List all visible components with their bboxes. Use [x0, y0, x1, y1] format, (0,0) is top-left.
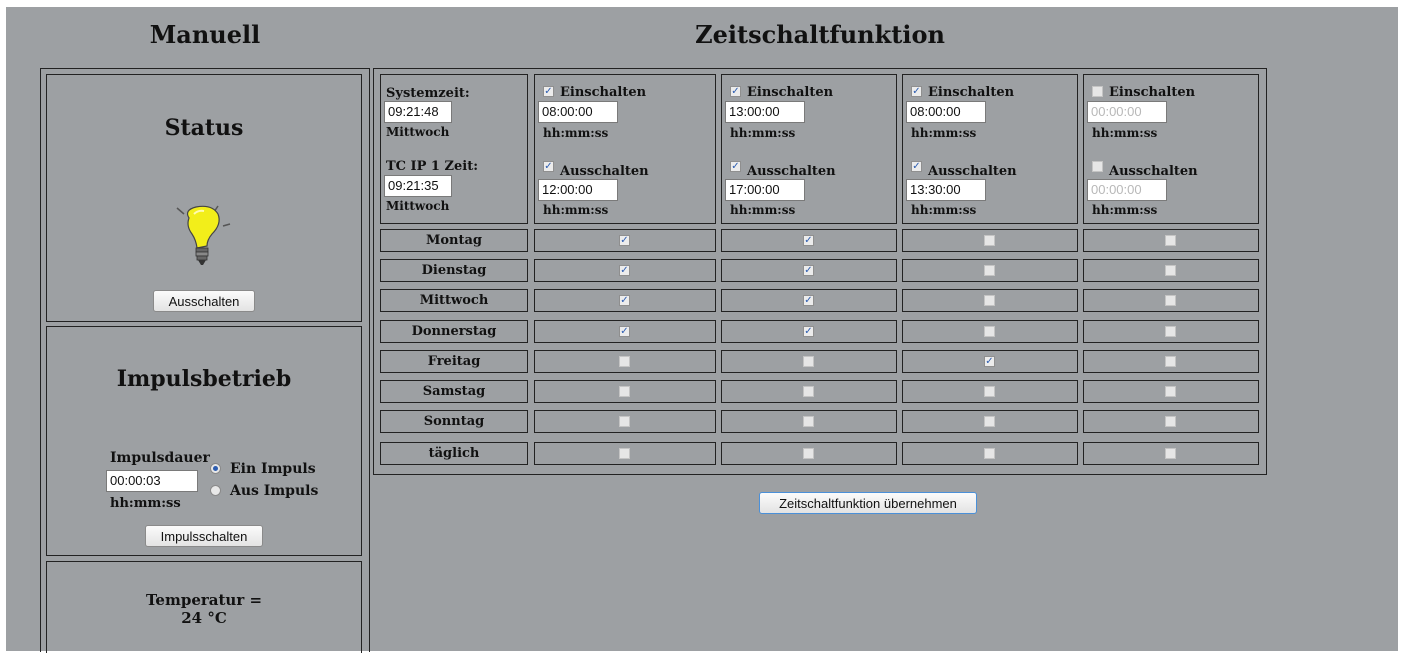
- day-4-timer-1-checkbox[interactable]: ✓: [619, 326, 630, 337]
- timer-1-off-label: Ausschalten: [560, 164, 649, 179]
- timer-4-on-checkbox[interactable]: [1092, 86, 1103, 97]
- manual-title: Manuell: [149, 20, 261, 49]
- timer-1-on-format: hh:mm:ss: [543, 126, 609, 140]
- day-7-timer-2-checkbox[interactable]: [803, 416, 814, 427]
- impuls-duration-label: Impulsdauer: [110, 450, 210, 466]
- day-3-timer-1-checkbox[interactable]: ✓: [619, 295, 630, 306]
- timer-3-off-format: hh:mm:ss: [911, 203, 977, 217]
- system-time-day: Mittwoch: [386, 125, 450, 139]
- timer-1-on-checkbox[interactable]: ✓: [543, 86, 554, 97]
- day-3-timer-2-checkbox[interactable]: ✓: [803, 295, 814, 306]
- lightbulb-icon: [174, 198, 236, 270]
- day-4-timer-3-checkbox[interactable]: [984, 326, 995, 337]
- timer-4-on-time-input[interactable]: 00:00:00: [1087, 101, 1167, 123]
- impuls-panel: [46, 326, 362, 556]
- radio-ein-impuls-label: Ein Impuls: [230, 461, 316, 477]
- day-3-timer-4-checkbox[interactable]: [1165, 295, 1176, 306]
- day-row-label: Sonntag: [380, 410, 528, 433]
- day-row-label: Freitag: [380, 350, 528, 373]
- day-7-timer-4-checkbox[interactable]: [1165, 416, 1176, 427]
- day-6-timer-3-checkbox[interactable]: [984, 386, 995, 397]
- day-3-timer-3-checkbox[interactable]: [984, 295, 995, 306]
- timer-title: Zeitschaltfunktion: [695, 20, 945, 49]
- day-1-timer-1-checkbox[interactable]: ✓: [619, 235, 630, 246]
- timer-1-off-time-input[interactable]: 12:00:00: [538, 179, 618, 201]
- timer-4-off-time-input[interactable]: 00:00:00: [1087, 179, 1167, 201]
- timer-2-on-time-input[interactable]: 13:00:00: [725, 101, 805, 123]
- system-time-input[interactable]: 09:21:48: [384, 101, 452, 123]
- timer-2-on-label: Einschalten: [747, 85, 834, 100]
- day-5-timer-2-checkbox[interactable]: [803, 356, 814, 367]
- day-row-label: Samstag: [380, 380, 528, 403]
- day-6-timer-4-checkbox[interactable]: [1165, 386, 1176, 397]
- timer-3-on-format: hh:mm:ss: [911, 126, 977, 140]
- timer-3-off-time-input[interactable]: 13:30:00: [906, 179, 986, 201]
- timer-2-off-checkbox[interactable]: ✓: [730, 161, 741, 172]
- day-row-label: täglich: [380, 442, 528, 465]
- impuls-format-label: hh:mm:ss: [110, 496, 181, 511]
- day-row-label: Dienstag: [380, 259, 528, 282]
- timer-3-on-label: Einschalten: [928, 85, 1015, 100]
- timer-2-on-checkbox[interactable]: ✓: [730, 86, 741, 97]
- timer-1-off-format: hh:mm:ss: [543, 203, 609, 217]
- timer-2-off-label: Ausschalten: [747, 164, 836, 179]
- timer-2-off-format: hh:mm:ss: [730, 203, 796, 217]
- day-2-timer-2-checkbox[interactable]: ✓: [803, 265, 814, 276]
- day-8-timer-3-checkbox[interactable]: [984, 448, 995, 459]
- day-5-timer-4-checkbox[interactable]: [1165, 356, 1176, 367]
- radio-aus-impuls-label: Aus Impuls: [230, 483, 319, 499]
- timer-2-on-format: hh:mm:ss: [730, 126, 796, 140]
- timer-3-off-checkbox[interactable]: ✓: [911, 161, 922, 172]
- day-row-label: Donnerstag: [380, 320, 528, 343]
- day-8-timer-2-checkbox[interactable]: [803, 448, 814, 459]
- temperature-label: Temperatur =: [145, 591, 263, 609]
- day-5-timer-3-checkbox[interactable]: ✓: [984, 356, 995, 367]
- day-1-timer-2-checkbox[interactable]: ✓: [803, 235, 814, 246]
- day-6-timer-1-checkbox[interactable]: [619, 386, 630, 397]
- system-time-label: Systemzeit:: [386, 86, 470, 101]
- impuls-duration-input[interactable]: 00:00:03: [106, 470, 198, 492]
- timer-3-off-label: Ausschalten: [928, 164, 1017, 179]
- timer-4-off-format: hh:mm:ss: [1092, 203, 1158, 217]
- radio-aus-impuls[interactable]: [210, 485, 221, 496]
- timer-4-off-checkbox[interactable]: [1092, 161, 1103, 172]
- impuls-title: Impulsbetrieb: [116, 366, 292, 392]
- day-2-timer-1-checkbox[interactable]: ✓: [619, 265, 630, 276]
- day-8-timer-1-checkbox[interactable]: [619, 448, 630, 459]
- tc-time-input[interactable]: 09:21:35: [384, 175, 452, 197]
- day-row-label: Mittwoch: [380, 289, 528, 312]
- temperature-value: 24 °C: [181, 609, 227, 627]
- day-1-timer-3-checkbox[interactable]: [984, 235, 995, 246]
- day-6-timer-2-checkbox[interactable]: [803, 386, 814, 397]
- tc-time-day: Mittwoch: [386, 199, 450, 213]
- day-2-timer-4-checkbox[interactable]: [1165, 265, 1176, 276]
- apply-timer-button[interactable]: Zeitschaltfunktion übernehmen: [759, 492, 977, 514]
- radio-ein-impuls[interactable]: [210, 463, 221, 474]
- timer-1-on-label: Einschalten: [560, 85, 647, 100]
- day-5-timer-1-checkbox[interactable]: [619, 356, 630, 367]
- timer-2-off-time-input[interactable]: 17:00:00: [725, 179, 805, 201]
- day-4-timer-2-checkbox[interactable]: ✓: [803, 326, 814, 337]
- timer-3-on-time-input[interactable]: 08:00:00: [906, 101, 986, 123]
- day-7-timer-3-checkbox[interactable]: [984, 416, 995, 427]
- status-title: Status: [164, 115, 244, 141]
- day-1-timer-4-checkbox[interactable]: [1165, 235, 1176, 246]
- day-2-timer-3-checkbox[interactable]: [984, 265, 995, 276]
- timer-3-on-checkbox[interactable]: ✓: [911, 86, 922, 97]
- day-8-timer-4-checkbox[interactable]: [1165, 448, 1176, 459]
- timer-1-on-time-input[interactable]: 08:00:00: [538, 101, 618, 123]
- timer-4-off-label: Ausschalten: [1109, 164, 1198, 179]
- impuls-switch-button[interactable]: Impulsschalten: [145, 525, 263, 547]
- tc-time-label: TC IP 1 Zeit:: [386, 159, 479, 174]
- timer-4-on-label: Einschalten: [1109, 85, 1196, 100]
- day-4-timer-4-checkbox[interactable]: [1165, 326, 1176, 337]
- timer-4-on-format: hh:mm:ss: [1092, 126, 1158, 140]
- status-off-button[interactable]: Ausschalten: [153, 290, 255, 312]
- timer-1-off-checkbox[interactable]: ✓: [543, 161, 554, 172]
- day-7-timer-1-checkbox[interactable]: [619, 416, 630, 427]
- day-row-label: Montag: [380, 229, 528, 252]
